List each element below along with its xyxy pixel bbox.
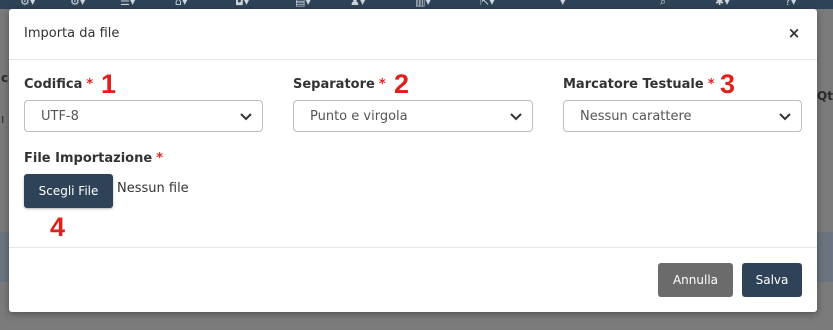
cart-icon: ▾: [560, 0, 566, 8]
barcode-icon: ▥▾: [415, 0, 431, 8]
chevron-down-icon: [510, 113, 522, 121]
text-marker-label: Marcatore Testuale *: [563, 77, 715, 92]
search-icon: ⌕: [660, 0, 667, 8]
annotation-number: 3: [720, 69, 736, 99]
encoding-value: UTF-8: [41, 109, 79, 124]
settings-icon: ⚙▾: [70, 0, 86, 8]
separator-label-text: Separatore: [293, 77, 375, 92]
export-icon: ⇱▾: [480, 0, 495, 8]
text-marker-value: Nessun carattere: [580, 109, 692, 124]
import-file-label: File Importazione *: [24, 151, 163, 166]
encoding-select[interactable]: UTF-8: [24, 100, 263, 132]
import-file-label-text: File Importazione: [24, 151, 153, 166]
annotation-number: 4: [50, 212, 66, 242]
document-icon: ▤▾: [295, 0, 311, 8]
save-button[interactable]: Salva: [742, 263, 802, 297]
text-marker-label-text: Marcatore Testuale: [563, 77, 704, 92]
dialog-header: Importa da file ×: [9, 9, 817, 60]
required-marker: *: [707, 77, 715, 92]
users-icon: ♟▾: [350, 0, 366, 8]
cancel-button[interactable]: Annulla: [658, 263, 733, 297]
background-top-bar: ⚙▾ ⚙▾ ☰▾ ⌂▾ ◘▾ ▤▾ ♟▾ ▥▾ ⇱▾ ▾ ⌕ ✱▾ ?▾: [0, 0, 833, 9]
encoding-label: Codifica *: [24, 77, 93, 92]
choose-file-button[interactable]: Scegli File: [24, 174, 113, 208]
chevron-down-icon: [240, 113, 252, 121]
chevron-down-icon: [779, 113, 791, 121]
annotation-number: 1: [101, 69, 117, 99]
footer-divider: [9, 247, 817, 248]
bug-icon: ✱▾: [715, 0, 730, 8]
separator-select[interactable]: Punto e virgola: [293, 100, 533, 132]
background-text-fragment: Qt: [817, 89, 833, 103]
camera-icon: ◘▾: [235, 0, 250, 8]
encoding-label-text: Codifica: [24, 77, 83, 92]
background-text-fragment: ı: [1, 112, 5, 126]
required-marker: *: [156, 151, 163, 166]
import-dialog: Importa da file × Codifica * 1 UTF-8 Sepa…: [9, 9, 817, 312]
text-marker-select[interactable]: Nessun carattere: [563, 100, 802, 132]
required-marker: *: [86, 77, 94, 92]
list-icon: ☰▾: [120, 0, 136, 8]
dashboard-icon: ⚙▾: [20, 0, 36, 8]
required-marker: *: [378, 77, 386, 92]
shop-icon: ⌂▾: [175, 0, 188, 8]
close-icon[interactable]: ×: [786, 23, 802, 43]
dialog-title: Importa da file: [24, 26, 120, 41]
separator-label: Separatore *: [293, 77, 386, 92]
annotation-number: 2: [394, 69, 410, 99]
file-status: Nessun file: [117, 181, 189, 196]
separator-value: Punto e virgola: [310, 109, 408, 124]
help-icon: ?▾: [785, 0, 797, 8]
